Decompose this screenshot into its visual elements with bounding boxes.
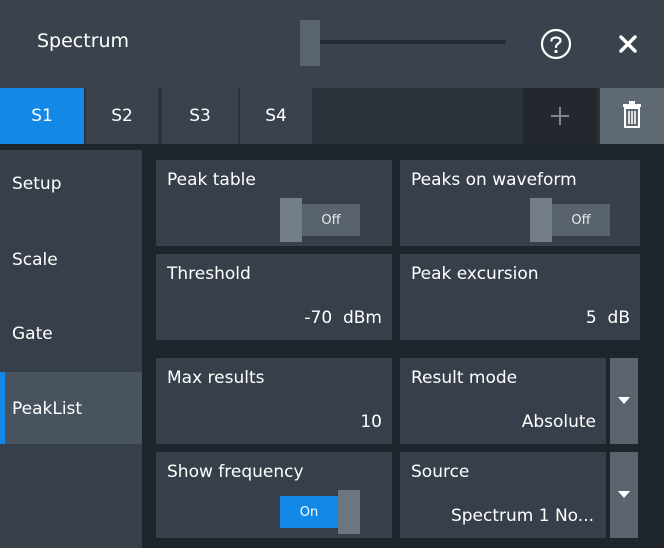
threshold-field[interactable]: Threshold -70 dBm [156,254,392,340]
nav-item-label: PeakList [12,399,83,419]
toggle-state: Off [571,213,591,228]
delete-tab-button[interactable] [600,88,664,144]
toggle-state: Off [321,213,341,228]
peaks-on-waveform-card: Peaks on waveform Off [400,160,640,246]
result-mode-value: Absolute [521,412,596,432]
toggle-knob [338,490,360,534]
nav-item-label: Scale [12,250,58,270]
show-frequency-label: Show frequency [167,462,304,482]
peaklist-settings-panel: Peak table Off Peaks on waveform Off Thr… [144,150,664,548]
side-nav: Setup Scale Gate PeakList [0,150,142,548]
trash-icon [623,101,641,128]
peak-table-label: Peak table [167,170,256,190]
transparency-slider-handle[interactable] [300,20,320,66]
peak-table-toggle[interactable]: Off [280,198,360,242]
tab-s3[interactable]: S3 [162,88,238,144]
transparency-slider-track[interactable] [300,40,506,44]
tab-s1[interactable]: S1 [0,88,84,144]
peak-table-card: Peak table Off [156,160,392,246]
tab-label: S2 [111,106,133,126]
nav-item-label: Gate [12,324,53,344]
help-button[interactable] [539,27,573,61]
close-button[interactable] [612,28,644,60]
toggle-state: On [299,505,319,520]
show-frequency-toggle[interactable]: On [280,490,360,534]
nav-item-peaklist[interactable]: PeakList [0,372,142,444]
tab-s4[interactable]: S4 [240,88,312,144]
peak-excursion-value: 5 dB [585,308,630,328]
source-dropdown-button[interactable] [610,452,638,538]
peak-excursion-field[interactable]: Peak excursion 5 dB [400,254,640,340]
close-icon [619,35,637,53]
threshold-label: Threshold [167,264,251,284]
dialog-title: Spectrum [37,30,130,52]
peaks-on-waveform-toggle[interactable]: Off [530,198,610,242]
result-mode-dropdown-button[interactable] [610,358,638,444]
threshold-value: -70 dBm [304,308,382,328]
source-dropdown[interactable]: Source Spectrum 1 No... [400,452,606,538]
max-results-label: Max results [167,368,265,388]
tab-bar: S1 S2 S3 S4 [0,88,664,144]
add-tab-button[interactable] [523,88,597,144]
nav-item-gate[interactable]: Gate [0,298,142,370]
tab-label: S1 [31,106,53,126]
result-mode-label: Result mode [411,368,518,388]
title-bar: Spectrum [0,0,664,88]
toggle-knob [280,198,302,242]
tab-label: S4 [265,106,287,126]
tab-label: S3 [189,106,211,126]
peak-excursion-label: Peak excursion [411,264,539,284]
source-value: Spectrum 1 No... [450,506,594,526]
nav-item-setup[interactable]: Setup [0,150,142,222]
max-results-value: 10 [360,412,382,432]
peaks-on-waveform-label: Peaks on waveform [411,170,577,190]
show-frequency-card: Show frequency On [156,452,392,538]
source-label: Source [411,462,470,482]
tab-s2[interactable]: S2 [86,88,158,144]
toggle-knob [530,198,552,242]
nav-item-scale[interactable]: Scale [0,224,142,296]
chevron-down-icon [618,397,630,404]
max-results-field[interactable]: Max results 10 [156,358,392,444]
chevron-down-icon [618,491,630,498]
result-mode-dropdown[interactable]: Result mode Absolute [400,358,606,444]
plus-icon [551,107,569,125]
question-circle-icon [540,28,572,60]
nav-item-label: Setup [12,174,62,194]
